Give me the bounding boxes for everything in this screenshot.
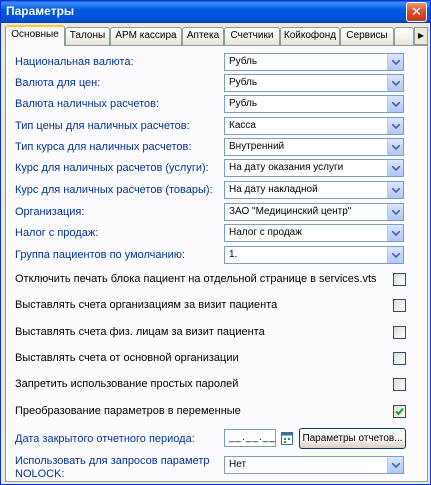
chevron-down-icon[interactable]	[387, 160, 403, 176]
nolock-value: Нет	[229, 459, 247, 470]
title-bar[interactable]: Параметры ✕	[1, 1, 430, 23]
cash-rate-type-value: Внутренний	[229, 141, 285, 152]
organization-label: Организация:	[15, 206, 85, 218]
report-parameters-button[interactable]: Параметры отчетов...	[299, 428, 406, 449]
tab-pharmacy[interactable]: Аптека	[182, 27, 224, 45]
cash-rate-type-select[interactable]: Внутренний	[224, 138, 404, 156]
tab-counters[interactable]: Счетчики	[224, 27, 280, 45]
chevron-down-icon[interactable]	[387, 457, 403, 473]
bill-individuals-label: Выставлять счета физ. лицам за визит пац…	[15, 326, 265, 338]
closed-period-label: Дата закрытого отчетного периода:	[15, 433, 195, 445]
cash-currency-value: Рубль	[229, 98, 258, 109]
tab-services[interactable]: Сервисы	[340, 27, 394, 45]
organization-select[interactable]: ЗАО "Медицинский центр"	[224, 203, 404, 221]
cash-currency-select[interactable]: Рубль	[224, 95, 404, 113]
chevron-down-icon[interactable]	[387, 75, 403, 91]
window-title: Параметры	[6, 4, 75, 18]
calendar-icon	[281, 432, 293, 445]
chevron-down-icon[interactable]	[387, 96, 403, 112]
tab-strip: Основные Талоны АРМ кассира Аптека Счетч…	[5, 25, 428, 46]
bill-from-main-org-checkbox[interactable]	[393, 352, 406, 365]
forbid-simple-passwords-label: Запретить использование простых паролей	[15, 378, 239, 390]
cash-rate-services-select[interactable]: На дату оказания услуги	[224, 159, 404, 177]
tab-scroll-icon: ▶	[417, 31, 425, 40]
cash-rate-services-label: Курс для наличных расчетов (услуги):	[15, 162, 209, 174]
chevron-down-icon[interactable]	[387, 204, 403, 220]
disable-patient-block-print-label: Отключить печать блока пациент на отдель…	[15, 273, 377, 285]
default-patient-group-select[interactable]: 1.	[224, 246, 404, 264]
chevron-down-icon[interactable]	[387, 225, 403, 241]
national-currency-label: Национальная валюта:	[15, 56, 134, 68]
chevron-down-icon[interactable]	[387, 118, 403, 134]
disable-patient-block-print-checkbox[interactable]	[393, 273, 406, 286]
tab-overflow[interactable]	[394, 27, 414, 45]
params-to-variables-label: Преобразование параметров в переменные	[15, 405, 241, 417]
chevron-down-icon[interactable]	[387, 139, 403, 155]
national-currency-select[interactable]: Рубль	[224, 53, 404, 71]
bill-individuals-checkbox[interactable]	[393, 326, 406, 339]
bill-organizations-checkbox[interactable]	[393, 299, 406, 312]
national-currency-value: Рубль	[229, 56, 258, 67]
close-button[interactable]: ✕	[406, 2, 427, 22]
nolock-label: Использовать для запросов параметр NOLOC…	[15, 455, 210, 480]
cash-rate-goods-label: Курс для наличных расчетов (товары):	[15, 184, 213, 196]
tab-main[interactable]: Основные	[5, 25, 65, 46]
nolock-select[interactable]: Нет	[224, 456, 404, 474]
calendar-button[interactable]	[280, 430, 294, 446]
parameters-dialog: Параметры ✕ Основные Талоны АРМ кассира …	[0, 0, 431, 485]
price-currency-label: Валюта для цен:	[15, 77, 101, 89]
organization-value: ЗАО "Медицинский центр"	[229, 206, 352, 217]
chevron-down-icon[interactable]	[387, 247, 403, 263]
cash-price-type-value: Касса	[229, 120, 256, 131]
closed-period-date-input[interactable]: __.__.__	[224, 429, 276, 447]
tab-scroll-button[interactable]: ▶	[414, 27, 428, 45]
main-tab-panel: Национальная валюта: Рубль Валюта для це…	[5, 45, 428, 482]
forbid-simple-passwords-checkbox[interactable]	[393, 378, 406, 391]
price-currency-value: Рубль	[229, 77, 258, 88]
sales-tax-value: Налог с продаж	[229, 227, 302, 238]
bill-from-main-org-label: Выставлять счета от основной организации	[15, 352, 239, 364]
checkmark-icon	[395, 407, 404, 416]
chevron-down-icon[interactable]	[387, 182, 403, 198]
cash-rate-services-value: На дату оказания услуги	[229, 162, 344, 173]
bill-organizations-label: Выставлять счета организациям за визит п…	[15, 299, 278, 311]
tab-cashier[interactable]: АРМ кассира	[110, 27, 182, 45]
default-patient-group-value: 1.	[229, 249, 238, 260]
sales-tax-label: Налог с продаж:	[15, 227, 99, 239]
cash-currency-label: Валюта наличных расчетов:	[15, 98, 160, 110]
chevron-down-icon[interactable]	[387, 54, 403, 70]
cash-rate-goods-select[interactable]: На дату накладной	[224, 181, 404, 199]
default-patient-group-label: Группа пациентов по умолчанию:	[15, 249, 186, 261]
cash-price-type-select[interactable]: Касса	[224, 117, 404, 135]
sales-tax-select[interactable]: Налог с продаж	[224, 224, 404, 242]
close-icon: ✕	[411, 4, 422, 19]
cash-price-type-label: Тип цены для наличных расчетов:	[15, 120, 190, 132]
tab-coupons[interactable]: Талоны	[65, 27, 110, 45]
tab-bed-fund[interactable]: Койкофонд	[280, 27, 340, 45]
params-to-variables-checkbox[interactable]	[393, 405, 406, 418]
price-currency-select[interactable]: Рубль	[224, 74, 404, 92]
cash-rate-goods-value: На дату накладной	[229, 184, 318, 195]
cash-rate-type-label: Тип курса для наличных расчетов:	[15, 141, 192, 153]
